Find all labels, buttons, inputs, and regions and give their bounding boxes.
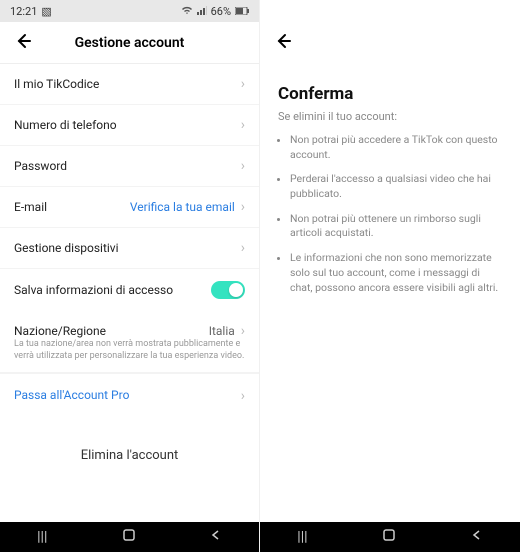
- region-subtitle: La tua nazione/area non verrà mostrata p…: [0, 339, 259, 373]
- signal-icon: [197, 5, 207, 18]
- chevron-right-icon: ›: [241, 158, 245, 174]
- android-nav-bar: |||: [0, 522, 259, 552]
- bullet-item: Non potrai più ottenere un rimborso sugl…: [290, 212, 502, 241]
- row-save-login[interactable]: Salva informazioni di accesso: [0, 269, 259, 311]
- status-time: 12:21: [10, 5, 37, 18]
- battery-text: 66%: [211, 5, 231, 18]
- phone-left: 12:21 ▧ 66% Gestione account Il mio TikC…: [0, 0, 260, 552]
- back-button[interactable]: [274, 31, 292, 55]
- back-button[interactable]: [14, 31, 32, 55]
- chevron-right-icon: ›: [241, 240, 245, 256]
- email-verify-link[interactable]: Verifica la tua email ›: [130, 199, 245, 215]
- bullet-item: Le informazioni che non sono memorizzate…: [290, 251, 502, 293]
- row-tikcode[interactable]: Il mio TikCodice ›: [0, 64, 259, 105]
- row-label: Il mio TikCodice: [14, 77, 99, 91]
- pro-link-text: Passa all'Account Pro: [14, 388, 129, 404]
- bullet-item: Non potrai più accedere a TikTok con que…: [290, 133, 502, 162]
- chevron-right-icon: ›: [241, 199, 245, 215]
- settings-list: Il mio TikCodice › Numero di telefono › …: [0, 64, 259, 522]
- nav-recent-icon[interactable]: |||: [37, 529, 47, 545]
- android-nav-bar: |||: [260, 522, 520, 552]
- status-bar-spacer: [260, 0, 520, 22]
- picture-icon: ▧: [41, 5, 51, 18]
- row-label: Gestione dispositivi: [14, 241, 119, 255]
- row-label: E-mail: [14, 200, 47, 214]
- header-left: Gestione account: [0, 22, 259, 64]
- row-label: Password: [14, 159, 67, 173]
- region-text: Italia: [209, 324, 235, 338]
- status-bar: 12:21 ▧ 66%: [0, 0, 259, 22]
- bullet-item: Perderai l'accesso a qualsiasi video che…: [290, 172, 502, 201]
- region-value: Italia ›: [209, 323, 245, 339]
- nav-recent-icon[interactable]: |||: [297, 529, 307, 545]
- row-label: Nazione/Regione: [14, 324, 106, 338]
- wifi-icon: [181, 5, 193, 18]
- email-verify-text: Verifica la tua email: [130, 200, 235, 214]
- chevron-right-icon: ›: [241, 117, 245, 133]
- confirm-title: Conferma: [260, 64, 520, 110]
- row-pro-account[interactable]: Passa all'Account Pro ›: [0, 373, 259, 418]
- chevron-right-icon: ›: [241, 388, 245, 404]
- row-phone[interactable]: Numero di telefono ›: [0, 105, 259, 146]
- page-title: Gestione account: [0, 35, 259, 51]
- battery-icon: [235, 5, 249, 18]
- row-email[interactable]: E-mail Verifica la tua email ›: [0, 187, 259, 228]
- row-devices[interactable]: Gestione dispositivi ›: [0, 228, 259, 269]
- confirm-content: Conferma Se elimini il tuo account: Non …: [260, 64, 520, 293]
- row-label: Salva informazioni di accesso: [14, 283, 173, 297]
- confirm-subtitle: Se elimini il tuo account:: [260, 110, 520, 133]
- confirm-bullets: Non potrai più accedere a TikTok con que…: [260, 133, 520, 293]
- nav-home-icon[interactable]: [382, 528, 396, 546]
- header-right: [260, 22, 520, 64]
- nav-back-icon[interactable]: [471, 529, 483, 545]
- chevron-right-icon: ›: [241, 323, 245, 339]
- nav-back-icon[interactable]: [210, 529, 222, 545]
- delete-account-link[interactable]: Elimina l'account: [0, 418, 259, 483]
- phone-right: Conferma Se elimini il tuo account: Non …: [260, 0, 520, 552]
- save-login-toggle[interactable]: [211, 281, 245, 299]
- row-password[interactable]: Password ›: [0, 146, 259, 187]
- row-label: Numero di telefono: [14, 118, 117, 132]
- nav-home-icon[interactable]: [122, 528, 136, 546]
- chevron-right-icon: ›: [241, 76, 245, 92]
